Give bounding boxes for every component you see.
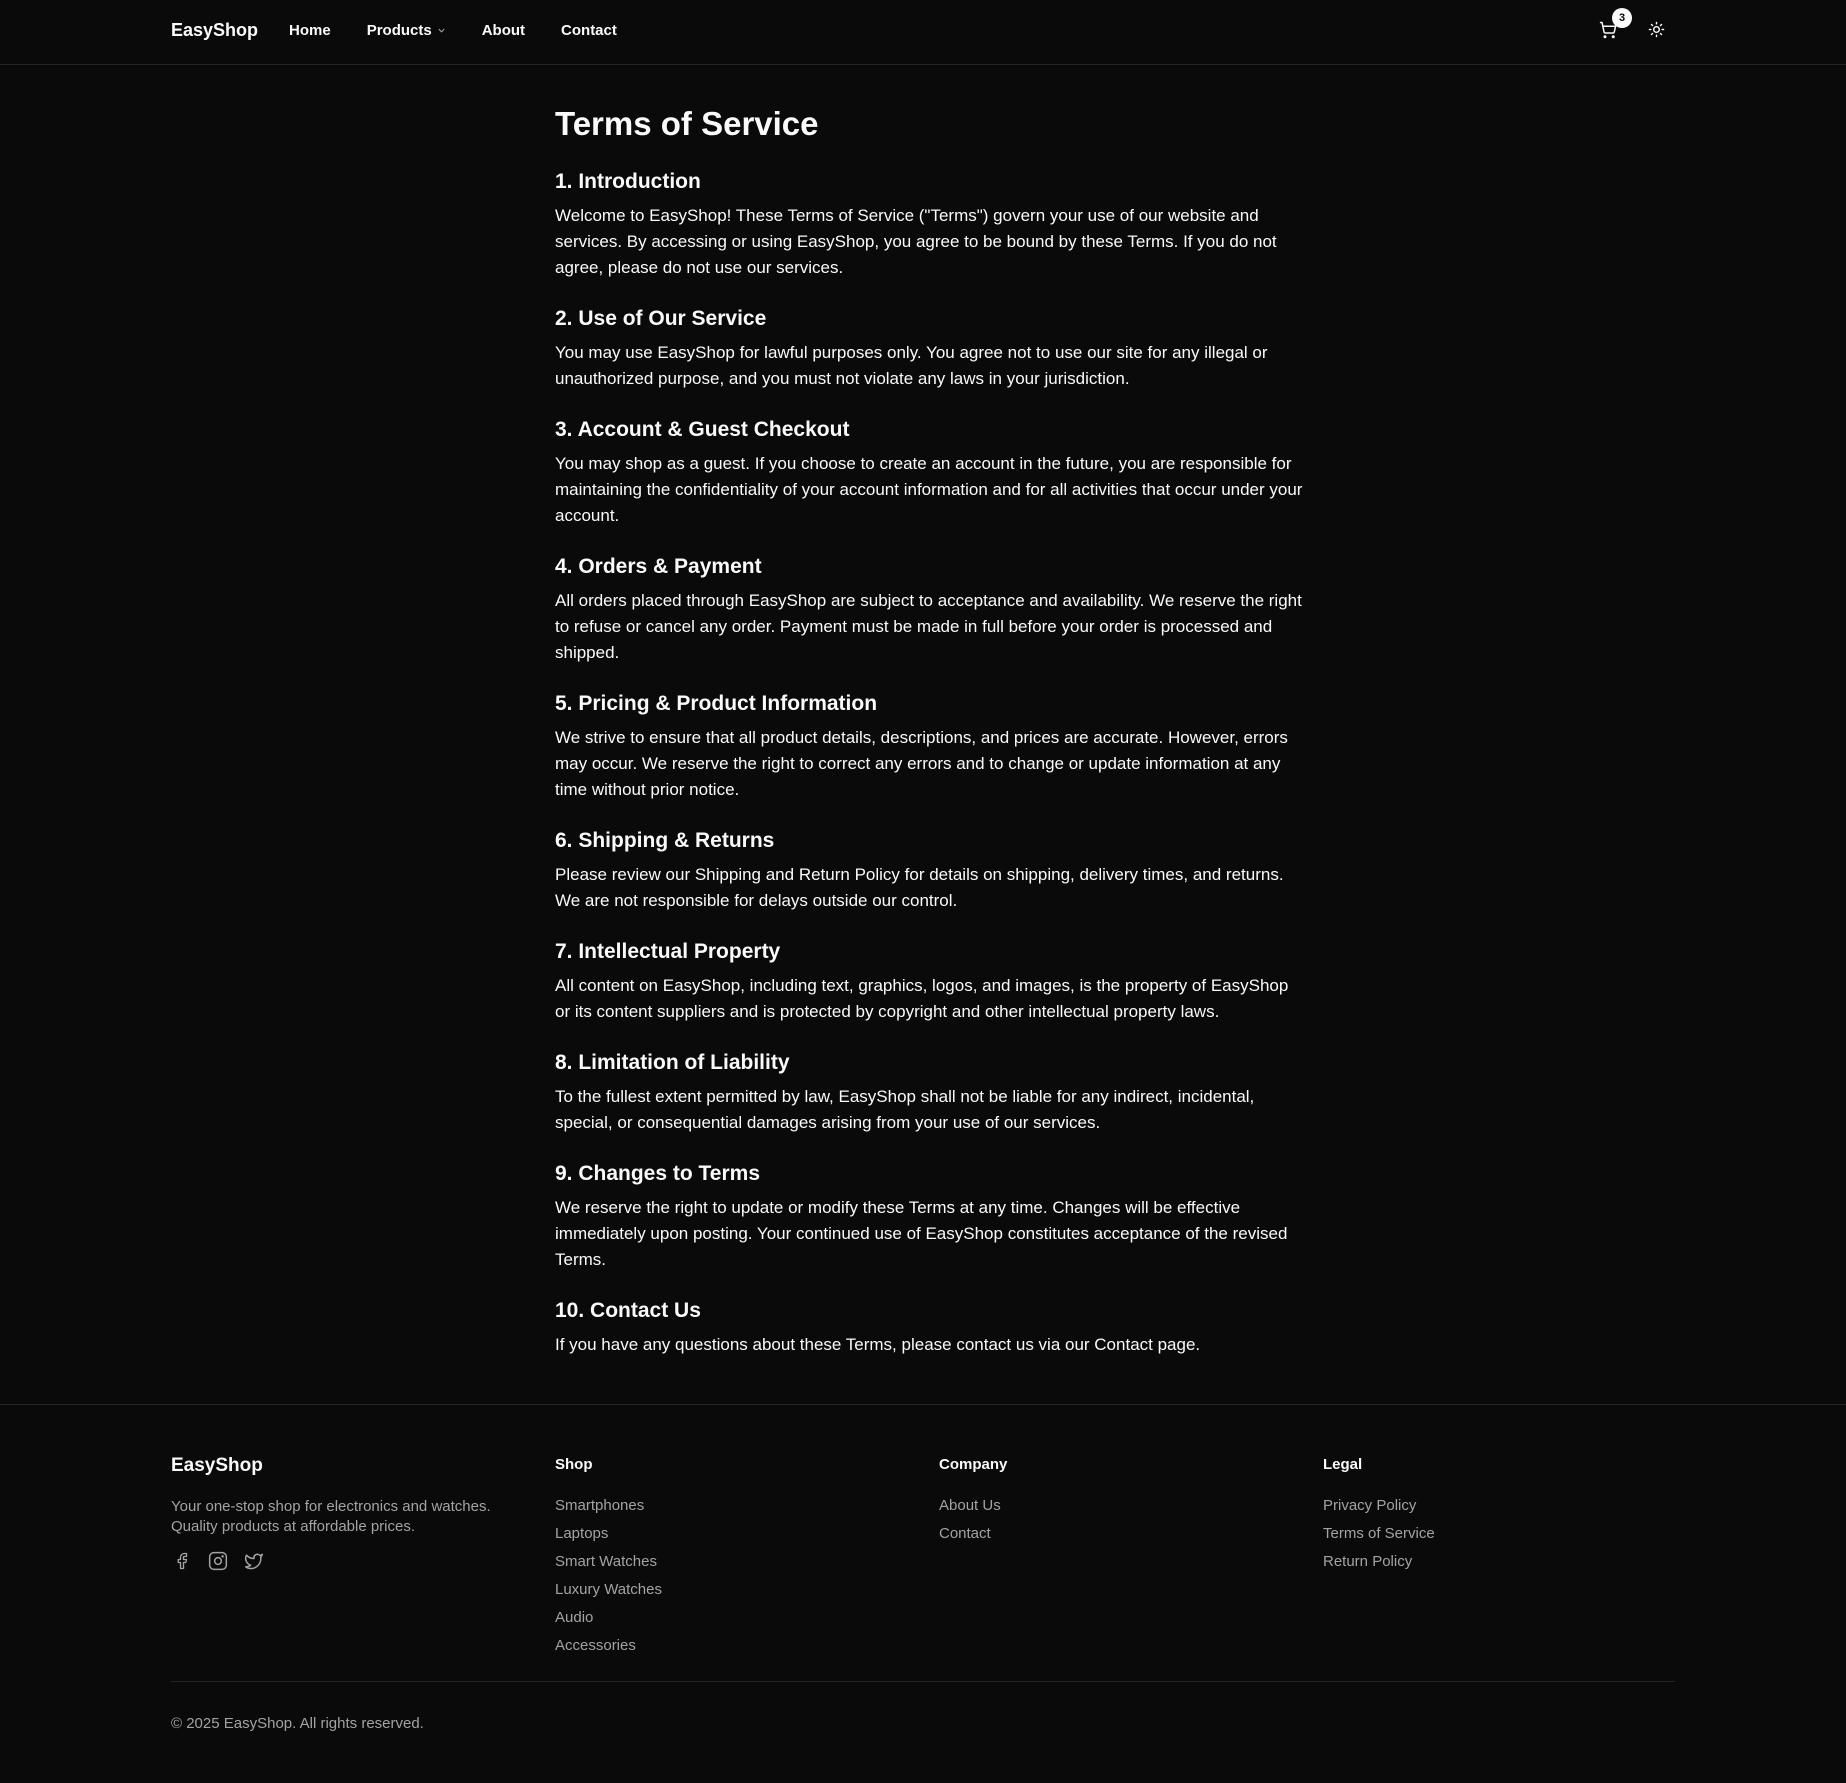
section-body: To the fullest extent permitted by law, …	[555, 1087, 1255, 1132]
nav-contact-label: Contact	[561, 22, 617, 39]
footer-link-privacy-policy[interactable]: Privacy Policy	[1323, 1492, 1435, 1520]
section-body: All orders placed through EasyShop are s…	[555, 591, 1302, 662]
section-body: We strive to ensure that all product det…	[555, 728, 1288, 799]
section-heading: 6. Shipping & Returns	[555, 829, 775, 852]
footer-link-smartphones[interactable]: Smartphones	[555, 1492, 662, 1520]
nav-about[interactable]: About	[482, 22, 525, 39]
terms-section: 8. Limitation of Liability To the fulles…	[555, 1048, 1305, 1136]
footer-heading-legal: Legal	[1323, 1456, 1363, 1473]
footer-link-contact[interactable]: Contact	[939, 1520, 1007, 1548]
footer-heading-shop: Shop	[555, 1456, 593, 1473]
nav-home[interactable]: Home	[289, 22, 331, 39]
brand-logo[interactable]: EasyShop	[171, 20, 258, 41]
terms-section: 5. Pricing & Product Information We stri…	[555, 689, 1305, 803]
footer-description: Your one-stop shop for electronics and w…	[171, 1498, 491, 1535]
nav-contact[interactable]: Contact	[561, 22, 617, 39]
terms-section: 4. Orders & Payment All orders placed th…	[555, 552, 1305, 666]
footer-divider	[171, 1681, 1675, 1682]
terms-section: 10. Contact Us If you have any questions…	[555, 1296, 1305, 1358]
footer-link-smart-watches[interactable]: Smart Watches	[555, 1548, 662, 1576]
footer-col-company: Company About Us Contact	[939, 1455, 1007, 1548]
footer-col-legal: Legal Privacy Policy Terms of Service Re…	[1323, 1455, 1435, 1576]
chevron-down-icon	[437, 22, 446, 39]
footer-link-luxury-watches[interactable]: Luxury Watches	[555, 1576, 662, 1604]
terms-section: 9. Changes to Terms We reserve the right…	[555, 1159, 1305, 1273]
terms-section: 2. Use of Our Service You may use EasySh…	[555, 304, 1305, 392]
theme-toggle-button[interactable]	[1644, 18, 1668, 46]
page: EasyShop Home Products About Contact 3 T…	[0, 0, 1846, 1783]
social-links	[171, 1550, 279, 1572]
nav-products[interactable]: Products	[367, 22, 446, 39]
section-body: You may shop as a guest. If you choose t…	[555, 454, 1303, 525]
instagram-icon[interactable]	[207, 1550, 229, 1572]
copyright: © 2025 EasyShop. All rights reserved.	[171, 1715, 424, 1732]
footer-link-return-policy[interactable]: Return Policy	[1323, 1548, 1435, 1576]
footer-link-audio[interactable]: Audio	[555, 1604, 662, 1632]
footer-link-terms-of-service[interactable]: Terms of Service	[1323, 1520, 1435, 1548]
facebook-icon[interactable]	[171, 1550, 193, 1572]
cart-button[interactable]: 3	[1596, 8, 1632, 46]
section-heading: 10. Contact Us	[555, 1299, 701, 1322]
footer-brand: EasyShop	[171, 1455, 263, 1476]
footer-link-laptops[interactable]: Laptops	[555, 1520, 662, 1548]
section-body: If you have any questions about these Te…	[555, 1335, 1201, 1354]
terms-content: Terms of Service 1. Introduction Welcome…	[555, 100, 1305, 1381]
section-body: You may use EasyShop for lawful purposes…	[555, 343, 1268, 388]
section-heading: 8. Limitation of Liability	[555, 1051, 790, 1074]
section-heading: 9. Changes to Terms	[555, 1162, 760, 1185]
cart-count-badge: 3	[1612, 8, 1632, 28]
terms-section: 1. Introduction Welcome to EasyShop! The…	[555, 167, 1305, 281]
header-actions: 3	[1596, 8, 1668, 46]
section-heading: 4. Orders & Payment	[555, 555, 762, 578]
terms-section: 7. Intellectual Property All content on …	[555, 937, 1305, 1025]
section-heading: 7. Intellectual Property	[555, 940, 781, 963]
twitter-icon[interactable]	[243, 1550, 265, 1572]
footer-link-accessories[interactable]: Accessories	[555, 1632, 662, 1660]
footer-link-about-us[interactable]: About Us	[939, 1492, 1007, 1520]
section-heading: 1. Introduction	[555, 170, 701, 193]
terms-section: 6. Shipping & Returns Please review our …	[555, 826, 1305, 914]
terms-section: 3. Account & Guest Checkout You may shop…	[555, 415, 1305, 529]
section-heading: 3. Account & Guest Checkout	[555, 418, 850, 441]
nav-home-label: Home	[289, 22, 331, 39]
main-nav: Home Products About Contact	[289, 22, 653, 39]
section-heading: 5. Pricing & Product Information	[555, 692, 878, 715]
site-footer: EasyShop Your one-stop shop for electron…	[0, 1404, 1846, 1783]
sun-icon	[1648, 21, 1665, 43]
section-body: We reserve the right to update or modify…	[555, 1198, 1288, 1269]
section-body: Please review our Shipping and Return Po…	[555, 865, 1284, 910]
footer-heading-company: Company	[939, 1456, 1008, 1473]
section-heading: 2. Use of Our Service	[555, 307, 767, 330]
section-body: All content on EasyShop, including text,…	[555, 976, 1289, 1021]
footer-col-shop: Shop Smartphones Laptops Smart Watches L…	[555, 1455, 662, 1660]
page-title: Terms of Service	[555, 105, 819, 142]
section-body: Welcome to EasyShop! These Terms of Serv…	[555, 206, 1277, 277]
nav-products-label: Products	[366, 22, 432, 39]
site-header: EasyShop Home Products About Contact 3	[0, 0, 1846, 65]
nav-about-label: About	[481, 22, 526, 39]
